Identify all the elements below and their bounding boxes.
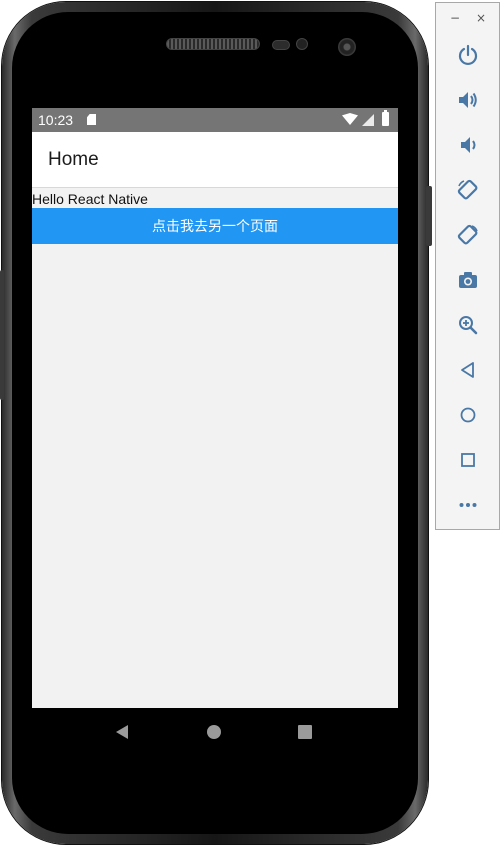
sd-card-icon (87, 114, 96, 125)
status-bar: 10:23 (32, 108, 398, 132)
volume-up-icon (459, 92, 477, 108)
volume-down-button[interactable] (452, 129, 484, 161)
back-triangle-icon (461, 362, 474, 378)
zoom-in-icon (459, 316, 478, 335)
phone-left-button[interactable] (0, 270, 4, 400)
power-icon (458, 44, 478, 66)
power-button[interactable] (452, 39, 484, 71)
minimize-button[interactable]: − (450, 11, 460, 25)
toolbar-home-button[interactable] (452, 399, 484, 431)
app-header: Home (32, 132, 398, 188)
volume-down-icon (461, 137, 476, 153)
recents-icon[interactable] (298, 725, 312, 739)
emulator-toolbar: − × (435, 2, 500, 530)
battery-icon (382, 110, 389, 126)
toolbar-back-button[interactable] (452, 354, 484, 386)
more-dots-icon (459, 503, 477, 507)
rotate-left-button[interactable] (452, 174, 484, 206)
home-circle-icon (460, 407, 476, 423)
greeting-text: Hello React Native (32, 191, 148, 207)
volume-up-button[interactable] (452, 84, 484, 116)
overview-square-icon (461, 453, 475, 467)
toolbar-overview-button[interactable] (452, 444, 484, 476)
screenshot-button[interactable] (452, 264, 484, 296)
signal-icon (362, 114, 374, 126)
earpiece-speaker (166, 38, 260, 50)
camera-icon (459, 272, 477, 288)
front-camera (338, 38, 356, 56)
light-sensor (296, 38, 308, 50)
more-options-button[interactable] (452, 489, 484, 521)
home-icon[interactable] (207, 725, 221, 739)
device-screen: 10:23 Home Hello React Native 点击我去另一个页面 (32, 108, 398, 708)
phone-side-button[interactable] (426, 186, 432, 246)
android-nav-bar (32, 708, 398, 756)
close-button[interactable]: × (476, 11, 486, 25)
rotate-right-button[interactable] (452, 219, 484, 251)
page-title: Home (48, 149, 99, 170)
go-to-other-page-button[interactable]: 点击我去另一个页面 (32, 208, 398, 244)
status-time: 10:23 (38, 112, 74, 128)
rotate-left-icon (457, 179, 478, 200)
rotate-right-icon (457, 224, 478, 245)
back-icon[interactable] (116, 725, 128, 739)
wifi-icon (342, 113, 358, 125)
zoom-button[interactable] (452, 309, 484, 341)
proximity-sensor (272, 40, 290, 50)
